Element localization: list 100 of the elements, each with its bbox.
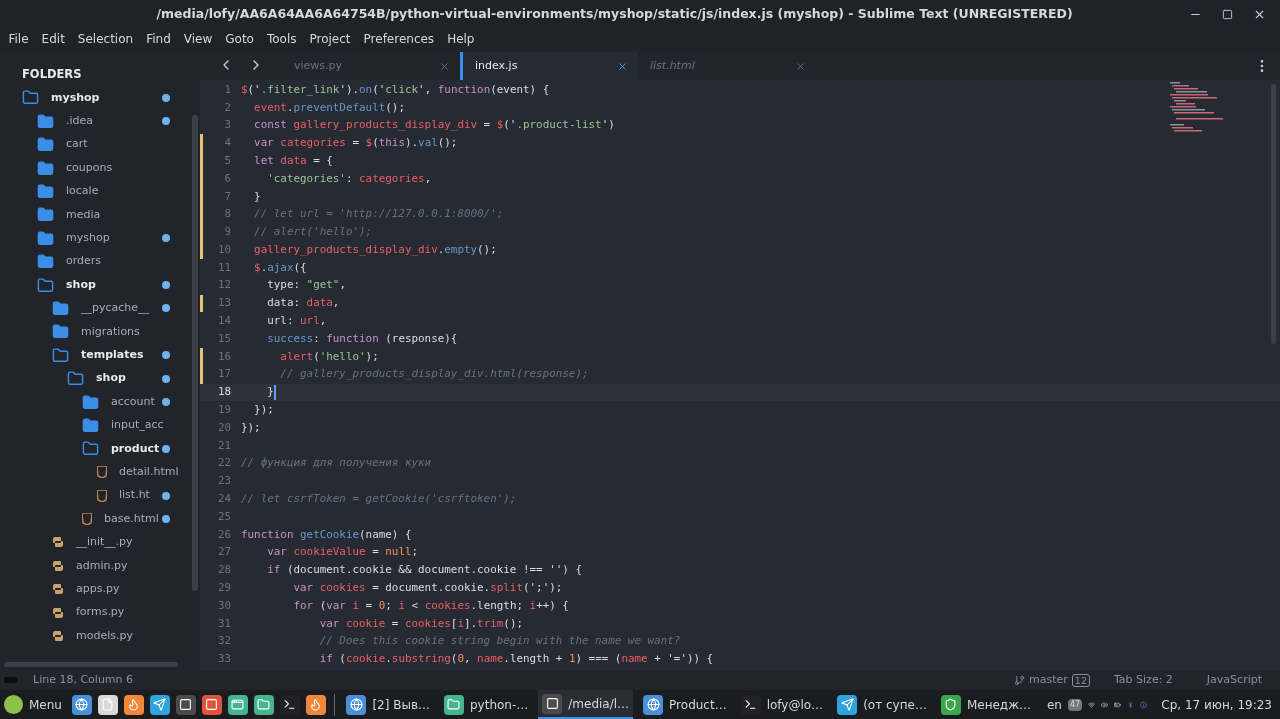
tree-item-label[interactable]: base.html	[104, 510, 159, 528]
tree-item-label[interactable]: models.py	[76, 627, 133, 645]
tree-item-label[interactable]: migrations	[81, 323, 140, 341]
mint-logo-icon	[4, 695, 23, 714]
document-icon[interactable]	[97, 694, 118, 715]
menu-item[interactable]: Help	[440, 30, 481, 48]
taskbar-window[interactable]: (от супе…	[833, 690, 931, 719]
taskbar-window[interactable]: /media/l…	[538, 690, 634, 719]
close-tab-icon[interactable]	[795, 60, 806, 72]
tree-item-label[interactable]: orders	[66, 253, 102, 270]
menu-item[interactable]: Find	[139, 30, 178, 48]
folder-icon[interactable]	[444, 694, 464, 715]
terminal-icon[interactable]	[740, 694, 761, 715]
code-line: var cookieValue = null;	[266, 544, 419, 561]
code-line: type: "get",	[266, 277, 346, 294]
code-line: url: url,	[266, 313, 327, 330]
tree-item-label[interactable]: .idea	[66, 113, 94, 130]
line-number: 4	[223, 135, 231, 152]
tree-item-label[interactable]: detail.html	[119, 463, 179, 481]
maximize-icon[interactable]	[1222, 8, 1233, 20]
scrollbar[interactable]	[4, 662, 178, 667]
paper-plane-icon[interactable]	[837, 694, 858, 715]
tree-item-label[interactable]: product	[111, 440, 160, 458]
tree-item-label[interactable]: shop	[66, 276, 96, 294]
menu-item[interactable]: Goto	[218, 30, 261, 48]
tree-item-label[interactable]: myshop	[66, 230, 110, 247]
window-icon[interactable]	[227, 694, 248, 715]
menu-item[interactable]: Edit	[35, 30, 72, 48]
tree-item-label[interactable]: admin.py	[76, 557, 128, 574]
folder-icon[interactable]	[253, 694, 274, 715]
shield-icon[interactable]	[940, 694, 961, 715]
tree-item-label[interactable]: __pycache__	[81, 300, 150, 317]
line-number: 7	[223, 188, 231, 205]
code-line: var cookie = cookies[i].trim();	[318, 615, 523, 632]
taskbar-window[interactable]: Менедж…	[936, 690, 1035, 719]
code-line: // let csrfToken = getCookie('csrftoken');	[241, 491, 517, 508]
tree-item-label[interactable]: coupons	[66, 159, 113, 177]
taskbar-window[interactable]: Product…	[639, 690, 731, 719]
menu-item[interactable]: View	[177, 30, 219, 48]
tab-size[interactable]: Tab Size: 2	[1113, 671, 1173, 689]
tree-item-label[interactable]: forms.py	[76, 604, 125, 621]
changes-count: 12	[1071, 673, 1090, 687]
paper-plane-icon[interactable]	[149, 694, 170, 715]
code-line: if (cookie.substring(0, name.length + 1) === (name + '=')) {	[318, 651, 714, 668]
code-line: // Does this cookie string begin with the name we want?	[318, 633, 681, 650]
menu-item[interactable]: File	[2, 30, 36, 48]
taskbar-window[interactable]: [2] Выв…	[342, 690, 434, 719]
close-tab-icon[interactable]	[439, 60, 450, 72]
code-line: alert('hello');	[279, 348, 379, 365]
code-line: let data = {	[253, 152, 333, 169]
panel-toggle-icon[interactable]	[4, 677, 18, 683]
scrollbar[interactable]	[1271, 84, 1276, 344]
menu-item[interactable]: Selection	[71, 30, 140, 48]
tree-item-label[interactable]: cart	[66, 136, 88, 153]
tree-item-label[interactable]: shop	[96, 370, 126, 387]
line-number: 33	[216, 651, 231, 668]
terminal-icon[interactable]	[279, 694, 300, 715]
taskbar-window[interactable]: lofy@lo…	[736, 690, 828, 719]
line-number: 2	[223, 99, 231, 116]
line-number: 24	[216, 491, 231, 508]
line-number: 23	[216, 473, 231, 490]
keyboard-layout[interactable]: en	[1046, 695, 1062, 714]
tree-item-label[interactable]: locale	[66, 183, 99, 200]
close-tab-icon[interactable]	[617, 60, 628, 72]
code-line: event.preventDefault();	[253, 99, 405, 116]
tree-item-label[interactable]: apps.py	[76, 580, 120, 598]
flame-icon[interactable]	[305, 694, 326, 715]
flame-icon[interactable]	[123, 694, 144, 715]
line-number: 18	[216, 384, 231, 401]
scrollbar[interactable]	[192, 115, 198, 591]
line-number: 19	[216, 402, 231, 419]
globe-icon[interactable]	[346, 694, 367, 715]
branch-name: master	[1029, 671, 1068, 688]
taskbar-window[interactable]: python-…	[440, 690, 533, 719]
menu-item[interactable]: Project	[303, 30, 358, 48]
tree-item-label[interactable]: myshop	[51, 89, 100, 107]
window-title: /media/lofy/AA6A64AA6A64754B/python-virtual-environments/myshop/static/js/index.js (myshop) - Sublime Text (UNREGISTERED)	[155, 4, 1074, 23]
menu-item[interactable]: Tools	[260, 30, 303, 48]
tree-item-label[interactable]: list.ht	[119, 487, 150, 504]
python-file-icon	[52, 583, 64, 596]
line-number: 13	[216, 295, 231, 312]
clock[interactable]: Ср, 17 июн, 19:23	[1161, 695, 1272, 714]
tree-item-label[interactable]: input_acc	[111, 417, 164, 434]
editor-tab[interactable]: index.js	[460, 52, 638, 80]
code-line: if (document.cookie && document.cookie !== '') {	[266, 562, 582, 579]
code-line: }	[266, 384, 274, 401]
tree-item-label[interactable]: account	[111, 393, 155, 411]
menu-button[interactable]: Menu	[4, 695, 66, 714]
globe-icon[interactable]	[71, 694, 92, 715]
globe-icon[interactable]	[643, 694, 664, 715]
menu-item[interactable]: Preferences	[357, 30, 441, 48]
code-line: });	[241, 419, 261, 436]
line-number: 16	[216, 348, 231, 365]
python-file-icon	[52, 629, 64, 642]
syntax-label[interactable]: JavaScript	[1206, 671, 1262, 689]
tree-item-label[interactable]: media	[66, 206, 101, 224]
line-number: 29	[216, 580, 231, 597]
tree-item-label[interactable]: __init__.py	[76, 534, 133, 551]
tree-item-label[interactable]: templates	[81, 347, 144, 364]
code-line: // функция для получения куки	[241, 455, 432, 472]
